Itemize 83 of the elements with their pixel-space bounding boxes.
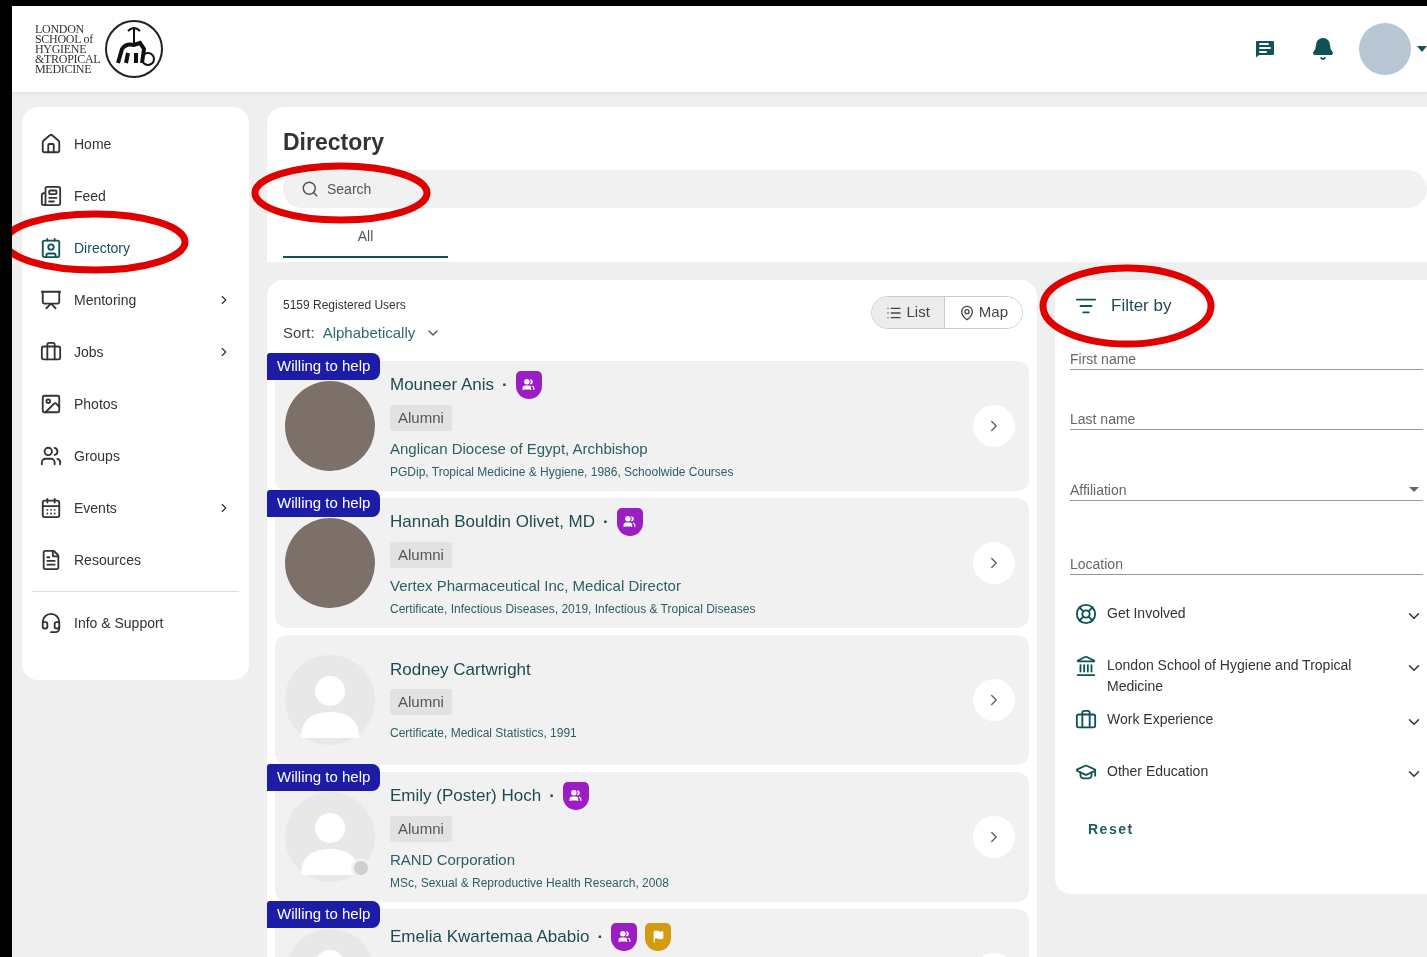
education-text: MSc, Sexual & Reproductive Health Research, 2008 [390, 874, 669, 892]
education-text: Certificate, Infectious Diseases, 2019, Infectious & Tropical Diseases [390, 600, 756, 618]
nav-item[interactable]: Home [24, 118, 247, 170]
nav-item[interactable]: Feed [24, 170, 247, 222]
emblem-drawing [104, 19, 165, 79]
text-input-field[interactable]: Last name [1070, 400, 1423, 430]
affiliation-text: RAND Corporation [390, 850, 516, 870]
search-field[interactable]: Search [283, 169, 1427, 208]
nav-item[interactable]: Events [24, 482, 247, 534]
view-button[interactable]: List [872, 297, 944, 328]
headset-icon [40, 612, 62, 634]
dot-separator: · [597, 925, 604, 948]
alumni-chip: Alumni [390, 688, 452, 715]
nav-item[interactable]: Mentoring [24, 274, 247, 326]
dot-separator: · [603, 510, 609, 533]
logo[interactable]: LONDON SCHOOL of HYGIENE &TROPICAL MEDICINE [35, 19, 165, 79]
person-name[interactable]: Emily (Poster) Hoch [390, 782, 542, 809]
text-input-field[interactable]: Location [1070, 545, 1423, 575]
nav-item[interactable]: Groups [24, 430, 247, 482]
dropdown-caret-icon [1409, 487, 1419, 492]
person-name[interactable]: Mouneer Anis [390, 371, 494, 398]
group-badge-icon [515, 370, 542, 399]
home-icon [40, 133, 62, 155]
open-profile-button[interactable] [973, 404, 1015, 447]
dot-separator: · [549, 784, 555, 807]
willing-to-help-tag: Willing to help [267, 352, 381, 380]
nav-item[interactable]: Photos [24, 378, 247, 430]
affiliation-select[interactable]: Affiliation [1070, 471, 1423, 501]
image-icon [40, 393, 62, 415]
map-pin-icon [958, 304, 975, 321]
nav-item[interactable]: Directory [24, 222, 247, 274]
person-name[interactable]: Rodney Cartwright [390, 657, 531, 683]
sort-label: Sort: [283, 323, 315, 343]
caret-icon[interactable] [1417, 46, 1427, 52]
text-input-field[interactable]: First name [1070, 340, 1423, 370]
page-title: Directory [283, 128, 385, 157]
filter-section[interactable]: Get Involved [1070, 601, 1423, 645]
notification-bell-icon[interactable] [1311, 37, 1335, 61]
bank-icon [1075, 655, 1097, 677]
alumni-chip: Alumni [390, 815, 452, 842]
education-text: PGDip, Tropical Medicine & Hygiene, 1986, Schoolwide Courses [390, 463, 734, 481]
filter-section[interactable]: Other Education [1070, 759, 1423, 803]
user-avatar-photo[interactable] [1359, 23, 1411, 75]
reset-button[interactable]: Reset [1088, 819, 1134, 840]
search-icon [301, 179, 319, 198]
briefcase-icon [1075, 709, 1097, 731]
registered-users-count: 5159 Registered Users [283, 297, 407, 314]
affiliation-text: Vertex Pharmaceutical Inc, Medical Director [390, 576, 681, 596]
filter-section[interactable]: Work Experience [1070, 707, 1423, 751]
group-badge-icon [611, 922, 638, 951]
document-icon [40, 549, 62, 571]
filter-title: Filter by [1111, 295, 1172, 318]
nav-item[interactable]: Info & Support [24, 597, 247, 649]
nav-item[interactable]: Resources [24, 534, 247, 586]
willing-to-help-tag: Willing to help [267, 763, 381, 791]
open-profile-button[interactable] [973, 678, 1015, 721]
alumni-chip: Alumni [390, 404, 452, 431]
alumni-chip: Alumni [390, 541, 452, 568]
willing-to-help-tag: Willing to help [267, 489, 381, 517]
dot-separator: · [501, 373, 508, 396]
presentation-icon [40, 289, 62, 311]
group-badge-icon [616, 507, 643, 536]
flag-badge-icon [645, 922, 672, 951]
lifebuoy-icon [1075, 603, 1097, 625]
person-name[interactable]: Hannah Bouldin Olivet, MD [390, 508, 596, 535]
nav-item[interactable]: Jobs [24, 326, 247, 378]
briefcase-icon [40, 341, 62, 363]
view-button[interactable]: Map [943, 297, 1022, 328]
willing-to-help-tag: Willing to help [267, 900, 381, 928]
sort-dropdown[interactable]: Alphabetically [322, 322, 442, 345]
group-badge-icon [562, 781, 589, 810]
newspaper-icon [40, 185, 62, 207]
filter-section[interactable]: London School of Hygiene and Tropical Medicine [1070, 653, 1423, 699]
person-name[interactable]: Emelia Kwartemaa Ababio [390, 923, 590, 950]
open-profile-button[interactable] [973, 541, 1015, 584]
people-icon [40, 445, 62, 467]
contact-card-icon [40, 237, 62, 259]
open-profile-button[interactable] [973, 815, 1015, 858]
person-card[interactable]: Rodney Cartwright Alumni Certificate, Medical Statistics, 1991 [275, 634, 1029, 765]
affiliation-text: Anglican Diocese of Egypt, Archbishop [390, 439, 648, 459]
calendar-icon [40, 497, 62, 519]
tab[interactable]: All [283, 225, 448, 258]
education-text: Certificate, Medical Statistics, 1991 [390, 725, 577, 742]
